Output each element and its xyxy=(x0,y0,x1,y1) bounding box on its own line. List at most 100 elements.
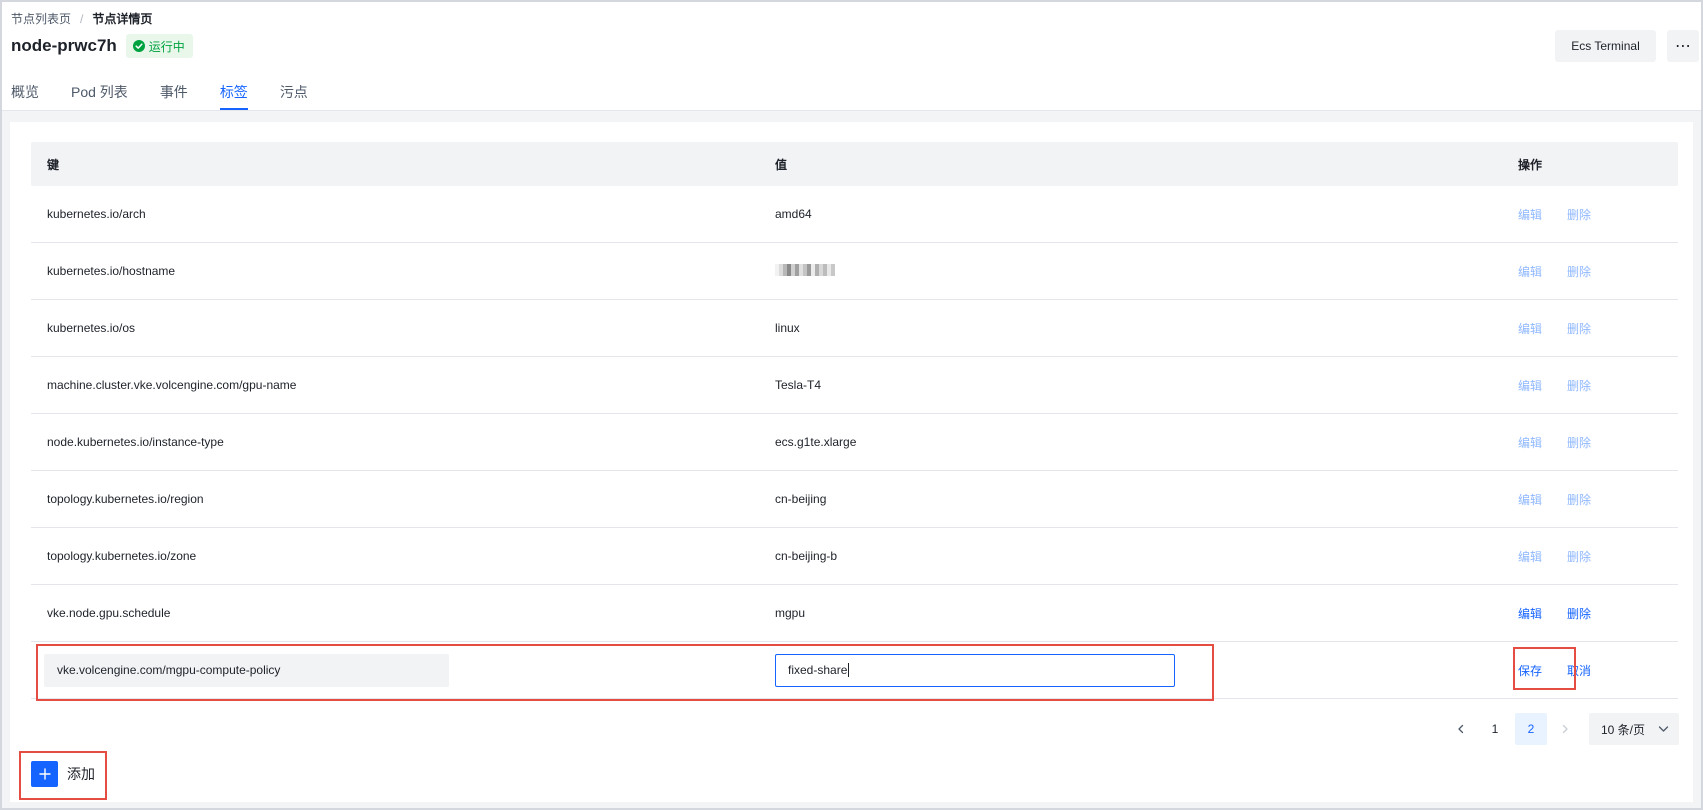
page-size-select[interactable]: 10 条/页 xyxy=(1589,713,1679,745)
add-icon-button[interactable] xyxy=(31,761,58,787)
prev-page-button[interactable] xyxy=(1445,713,1477,745)
label-value: mgpu xyxy=(775,606,806,620)
more-icon: ⋯ xyxy=(1675,38,1691,55)
delete-link[interactable]: 删除 xyxy=(1567,320,1591,337)
edit-link[interactable]: 编辑 xyxy=(1518,206,1542,223)
page-1-button[interactable]: 1 xyxy=(1479,713,1511,745)
column-header-key: 键 xyxy=(47,157,60,172)
add-label-button[interactable]: 添加 xyxy=(31,761,95,787)
table-row: topology.kubernetes.io/region cn-beijing… xyxy=(31,471,1678,528)
delete-link[interactable]: 删除 xyxy=(1567,491,1591,508)
row-actions: 编辑 删除 xyxy=(1517,548,1616,565)
tab-taints[interactable]: 污点 xyxy=(280,82,308,110)
plus-icon xyxy=(38,768,51,780)
label-key: node.kubernetes.io/instance-type xyxy=(47,435,224,449)
add-label-text: 添加 xyxy=(67,766,95,782)
label-value: cn-beijing-b xyxy=(775,549,838,563)
breadcrumb-separator: / xyxy=(80,11,84,26)
label-key-text: vke.volcengine.com/mgpu-compute-policy xyxy=(57,663,281,677)
table-row: vke.node.gpu.schedule mgpu 编辑 删除 xyxy=(31,585,1678,642)
status-badge: 运行中 xyxy=(125,34,193,58)
delete-link[interactable]: 删除 xyxy=(1567,206,1591,223)
tab-overview[interactable]: 概览 xyxy=(11,82,39,110)
row-actions: 编辑 删除 xyxy=(1517,605,1616,622)
table-row: machine.cluster.vke.volcengine.com/gpu-n… xyxy=(31,357,1678,414)
pagination: 1 2 10 条/页 xyxy=(1445,713,1679,745)
row-actions: 编辑 删除 xyxy=(1517,491,1616,508)
status-text: 运行中 xyxy=(148,39,185,54)
label-value-input-text: fixed-share xyxy=(788,663,848,677)
table-row: kubernetes.io/os linux 编辑 删除 xyxy=(31,300,1678,357)
label-key: kubernetes.io/arch xyxy=(47,207,146,221)
edit-link[interactable]: 编辑 xyxy=(1518,320,1542,337)
page-title: node-prwc7h xyxy=(11,36,117,55)
ecs-terminal-button[interactable]: Ecs Terminal xyxy=(1555,30,1656,62)
edit-link[interactable]: 编辑 xyxy=(1518,434,1542,451)
label-value-redacted xyxy=(775,263,1517,279)
editing-key-cell: vke.volcengine.com/mgpu-compute-policy xyxy=(31,653,775,687)
save-link[interactable]: 保存 xyxy=(1518,662,1542,679)
delete-link[interactable]: 删除 xyxy=(1567,434,1591,451)
check-circle-icon xyxy=(132,40,145,52)
edit-link[interactable]: 编辑 xyxy=(1518,605,1542,622)
content-divider xyxy=(2,110,1701,122)
editing-value-cell: fixed-share xyxy=(775,653,1517,687)
app-window: 节点列表页 / 节点详情页 node-prwc7h 运行中 Ecs Termin… xyxy=(0,0,1703,810)
page-header: 节点列表页 / 节点详情页 node-prwc7h 运行中 Ecs Termin… xyxy=(2,2,1701,110)
edit-link[interactable]: 编辑 xyxy=(1518,548,1542,565)
breadcrumb-node-list[interactable]: 节点列表页 xyxy=(11,10,71,27)
label-key: kubernetes.io/hostname xyxy=(47,264,176,278)
redacted-mosaic xyxy=(775,263,835,276)
title-row: node-prwc7h 运行中 xyxy=(11,33,193,59)
table-row: topology.kubernetes.io/zone cn-beijing-b… xyxy=(31,528,1678,585)
content-gutter-bottom xyxy=(2,802,1701,808)
edit-link[interactable]: 编辑 xyxy=(1518,263,1542,280)
delete-link[interactable]: 删除 xyxy=(1567,548,1591,565)
content-gutter-left xyxy=(2,122,10,808)
content-gutter-right xyxy=(1693,122,1701,808)
chevron-right-icon xyxy=(1562,724,1568,734)
label-value-input[interactable]: fixed-share xyxy=(775,653,1175,687)
label-value: cn-beijing xyxy=(775,492,827,506)
cancel-link[interactable]: 取消 xyxy=(1567,662,1591,679)
chevron-down-icon xyxy=(1658,726,1669,732)
row-actions: 编辑 删除 xyxy=(1517,263,1616,280)
breadcrumb-node-detail: 节点详情页 xyxy=(92,12,153,26)
label-key: machine.cluster.vke.volcengine.com/gpu-n… xyxy=(47,378,297,392)
delete-link[interactable]: 删除 xyxy=(1567,377,1591,394)
next-page-button[interactable] xyxy=(1549,713,1581,745)
label-key: topology.kubernetes.io/zone xyxy=(47,549,197,563)
label-key-field[interactable]: vke.volcengine.com/mgpu-compute-policy xyxy=(44,653,449,687)
row-actions: 编辑 删除 xyxy=(1517,206,1616,223)
tab-bar: 概览 Pod 列表 事件 标签 污点 xyxy=(11,82,340,110)
breadcrumb: 节点列表页 / 节点详情页 xyxy=(11,10,152,27)
text-caret xyxy=(848,663,850,677)
label-value: amd64 xyxy=(775,207,812,221)
table-row-editing: vke.volcengine.com/mgpu-compute-policy f… xyxy=(31,642,1678,699)
page-2-button[interactable]: 2 xyxy=(1515,713,1547,745)
chevron-left-icon xyxy=(1458,724,1464,734)
more-button[interactable]: ⋯ xyxy=(1667,30,1699,62)
label-value: ecs.g1te.xlarge xyxy=(775,435,857,449)
label-value: Tesla-T4 xyxy=(775,378,822,392)
column-header-actions: 操作 xyxy=(1518,157,1543,172)
column-header-value: 值 xyxy=(775,157,788,172)
row-actions: 编辑 删除 xyxy=(1517,377,1616,394)
label-key: kubernetes.io/os xyxy=(47,321,136,335)
row-actions: 编辑 删除 xyxy=(1517,434,1616,451)
tab-pod-list[interactable]: Pod 列表 xyxy=(71,82,128,110)
delete-link[interactable]: 删除 xyxy=(1567,263,1591,280)
tab-labels[interactable]: 标签 xyxy=(219,82,248,110)
page-size-value: 10 条/页 xyxy=(1601,722,1646,737)
table-header: 键 值 操作 xyxy=(31,142,1678,186)
table-row: kubernetes.io/arch amd64 编辑 删除 xyxy=(31,186,1678,243)
table-row: node.kubernetes.io/instance-type ecs.g1t… xyxy=(31,414,1678,471)
edit-link[interactable]: 编辑 xyxy=(1518,377,1542,394)
row-actions: 编辑 删除 xyxy=(1517,320,1616,337)
tab-events[interactable]: 事件 xyxy=(160,82,188,110)
delete-link[interactable]: 删除 xyxy=(1567,605,1591,622)
edit-link[interactable]: 编辑 xyxy=(1518,491,1542,508)
label-value: linux xyxy=(775,321,800,335)
table-row: kubernetes.io/hostname 编辑 删除 xyxy=(31,243,1678,300)
label-key: topology.kubernetes.io/region xyxy=(47,492,204,506)
